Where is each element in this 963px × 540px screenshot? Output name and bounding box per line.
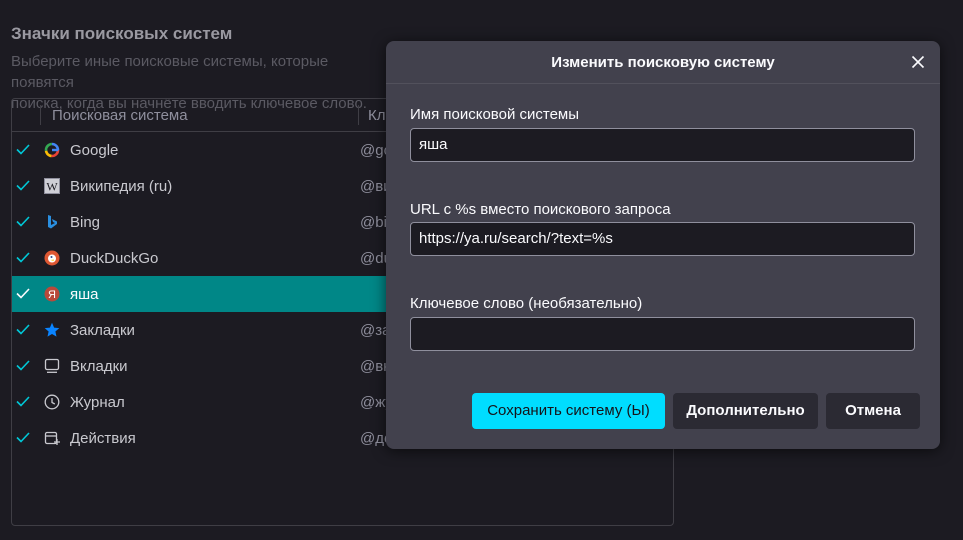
checkmark-icon[interactable] (15, 393, 31, 409)
checkmark-icon[interactable] (15, 177, 31, 193)
clock-icon (44, 394, 60, 410)
checkmark-icon[interactable] (15, 285, 31, 301)
url-label: URL с %s вместо поискового запроса (410, 201, 671, 218)
engine-name: Википедия (ru) (70, 178, 173, 195)
engine-name: Google (70, 142, 119, 159)
actions-icon (44, 431, 60, 445)
google-icon (44, 142, 60, 158)
keyword-input[interactable] (410, 317, 915, 351)
tabs-icon (44, 358, 60, 373)
advanced-button[interactable]: Дополнительно (673, 393, 818, 429)
column-divider[interactable] (40, 105, 41, 125)
engine-name-label: Имя поисковой системы (410, 106, 580, 123)
cancel-button[interactable]: Отмена (826, 393, 920, 429)
engine-name: Журнал (70, 394, 125, 411)
dialog-header: Изменить поисковую систему (386, 41, 940, 84)
url-input[interactable]: https://ya.ru/search/?text=%s (410, 222, 915, 256)
bing-icon (48, 215, 57, 229)
close-icon[interactable] (905, 49, 931, 75)
svg-text:Я: Я (48, 289, 56, 301)
column-divider[interactable] (358, 105, 359, 125)
engine-name: Bing (70, 214, 101, 231)
wikipedia-icon: W (44, 178, 60, 194)
checkmark-icon[interactable] (15, 321, 31, 337)
engine-name: Закладки (70, 322, 135, 339)
description-line-1: Выберите иные поисковые системы, которые… (11, 53, 329, 91)
keyword-label: Ключевое слово (необязательно) (410, 295, 643, 312)
yandex-icon: Я (44, 286, 60, 302)
star-icon (44, 322, 60, 337)
engine-name: Вкладки (70, 358, 128, 375)
dialog-title: Изменить поисковую систему (551, 54, 775, 71)
checkmark-icon[interactable] (15, 357, 31, 373)
save-button[interactable]: Сохранить систему (Ы) (472, 393, 665, 429)
column-header-engine[interactable]: Поисковая система (52, 107, 188, 124)
engine-name: яша (70, 286, 99, 303)
engine-keyword: @bi (360, 214, 387, 231)
engine-name-input[interactable]: яша (410, 128, 915, 162)
checkmark-icon[interactable] (15, 429, 31, 445)
checkmark-icon[interactable] (15, 141, 31, 157)
engine-name: Действия (70, 430, 136, 447)
duckduckgo-icon (44, 250, 60, 266)
checkmark-icon[interactable] (15, 249, 31, 265)
page-title: Значки поисковых систем (11, 24, 233, 43)
column-header-keyword[interactable]: Кл (368, 107, 386, 124)
checkmark-icon[interactable] (15, 213, 31, 229)
edit-search-engine-dialog: Изменить поисковую систему Имя поисковой… (386, 41, 940, 449)
svg-text:W: W (46, 180, 58, 194)
engine-name: DuckDuckGo (70, 250, 159, 267)
